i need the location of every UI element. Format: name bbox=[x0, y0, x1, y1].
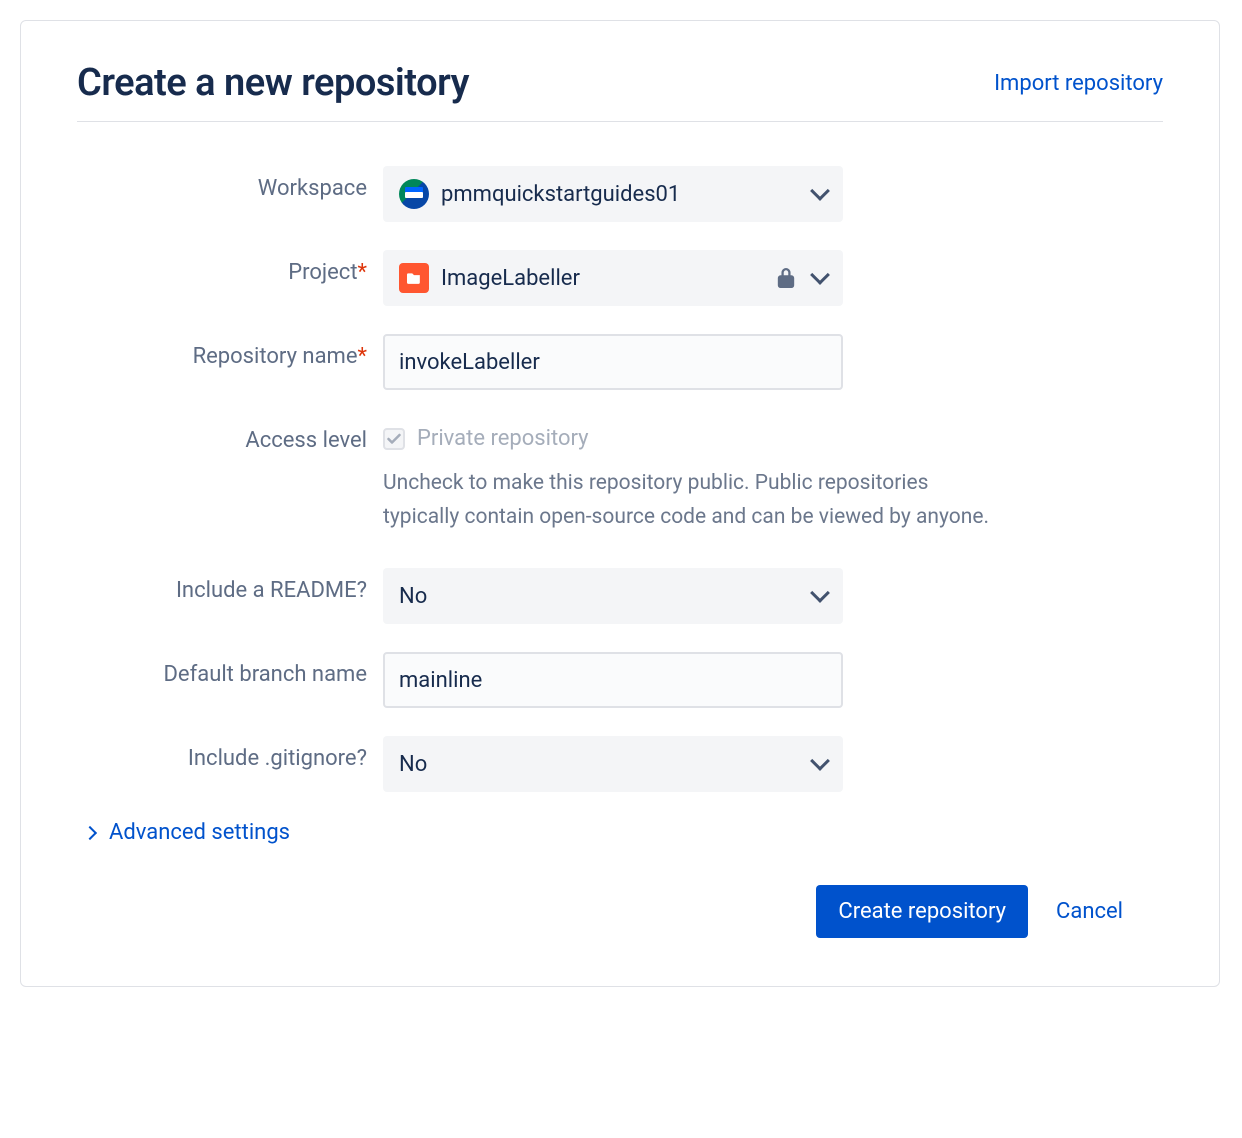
create-repo-card: Create a new repository Import repositor… bbox=[20, 20, 1220, 987]
default-branch-input[interactable] bbox=[383, 652, 843, 708]
readme-select[interactable]: No bbox=[383, 568, 843, 624]
project-select[interactable]: ImageLabeller bbox=[383, 250, 843, 306]
lock-icon bbox=[777, 268, 795, 288]
default-branch-label: Default branch name bbox=[163, 662, 367, 687]
private-repo-checkbox[interactable] bbox=[383, 428, 405, 450]
gitignore-value: No bbox=[399, 752, 427, 777]
project-label: Project* bbox=[288, 260, 367, 285]
chevron-down-icon bbox=[810, 265, 830, 285]
page-title: Create a new repository bbox=[77, 61, 469, 105]
private-repo-label: Private repository bbox=[417, 426, 589, 451]
project-folder-icon bbox=[399, 263, 429, 293]
workspace-select[interactable]: pmmquickstartguides01 bbox=[383, 166, 843, 222]
gitignore-select[interactable]: No bbox=[383, 736, 843, 792]
access-help-text: Uncheck to make this repository public. … bbox=[383, 467, 1003, 534]
readme-label: Include a README? bbox=[176, 578, 367, 603]
repo-name-input[interactable] bbox=[383, 334, 843, 390]
chevron-down-icon bbox=[810, 583, 830, 603]
chevron-down-icon bbox=[810, 181, 830, 201]
advanced-settings-toggle[interactable]: Advanced settings bbox=[77, 820, 1163, 845]
form-footer: Create repository Cancel bbox=[77, 885, 1163, 938]
header-row: Create a new repository Import repositor… bbox=[77, 61, 1163, 122]
create-repository-button[interactable]: Create repository bbox=[816, 885, 1028, 938]
cancel-button[interactable]: Cancel bbox=[1056, 899, 1123, 924]
access-level-label: Access level bbox=[245, 428, 367, 453]
workspace-avatar-icon bbox=[399, 179, 429, 209]
advanced-settings-link[interactable]: Advanced settings bbox=[109, 820, 290, 845]
project-value: ImageLabeller bbox=[441, 266, 580, 291]
chevron-down-icon bbox=[810, 751, 830, 771]
repo-name-label: Repository name* bbox=[193, 344, 367, 369]
workspace-value: pmmquickstartguides01 bbox=[441, 182, 680, 207]
gitignore-label: Include .gitignore? bbox=[188, 746, 367, 771]
readme-value: No bbox=[399, 584, 427, 609]
workspace-label: Workspace bbox=[258, 176, 367, 201]
import-repository-link[interactable]: Import repository bbox=[994, 71, 1163, 96]
chevron-right-icon bbox=[83, 826, 97, 840]
